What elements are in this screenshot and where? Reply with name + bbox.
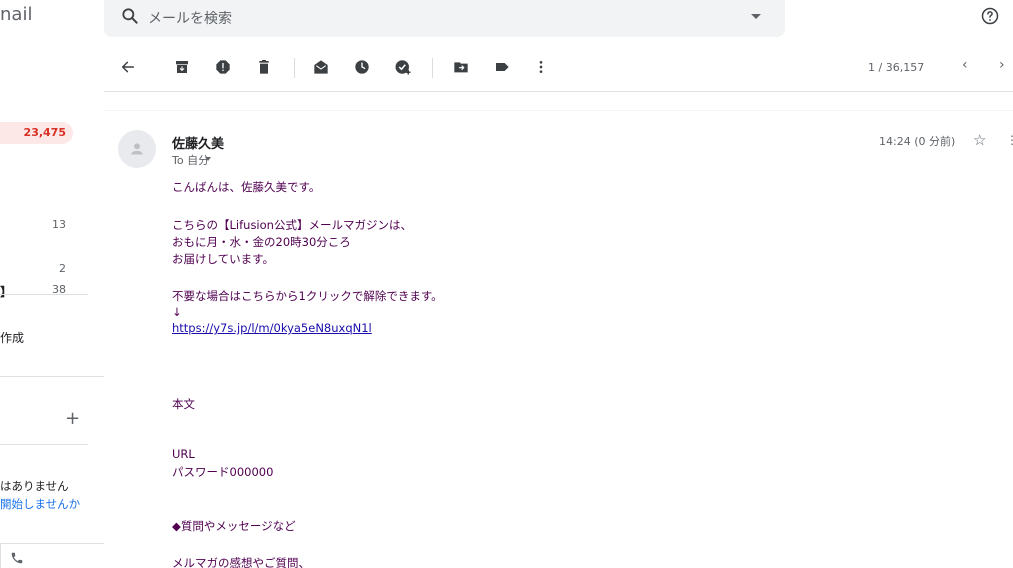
body-text: こちらの【Lifusion公式】メールマガジンは、 [172,218,412,232]
body-text: 不要な場合はこちらから1クリックで解除できます。 [172,289,443,303]
search-icon[interactable] [120,6,140,30]
message-timestamp: 14:24 (0 分前) [879,135,956,148]
snooze-icon[interactable] [353,58,371,76]
recipient-line: To 自分 [172,154,210,167]
gmail-window: nail 23,475 13 2 】 38 作成 + はありません 開始しません… [0,0,1013,568]
body-text: パスワード000000 [172,465,274,479]
delete-icon[interactable] [255,58,273,76]
hangouts-empty-text: はありません [0,479,69,493]
sidebar-count: 2 [59,262,66,275]
back-arrow-icon[interactable] [119,58,137,76]
sidebar-item-label[interactable]: 】 [0,283,12,300]
pagination-counter: 1 / 36,157 [868,61,925,74]
sidebar-count: 13 [52,218,66,231]
archive-icon[interactable] [173,58,191,76]
toolbar-divider [432,58,433,78]
reply-menu-icon[interactable]: ⋮ [1006,133,1013,147]
label-icon[interactable] [493,58,511,76]
help-icon[interactable] [980,6,1000,30]
search-options-caret-icon[interactable] [751,14,761,19]
avatar[interactable] [118,130,156,168]
unsubscribe-link[interactable]: https://y7s.jp/l/m/0kya5eN8uxqN1l [172,321,372,335]
add-task-icon[interactable] [394,58,412,76]
phone-icon[interactable] [10,550,24,568]
body-text: お届けしています。 [172,252,275,266]
toolbar-divider [294,58,295,78]
sidebar-divider [0,294,88,295]
older-chevron-icon[interactable]: › [999,57,1005,73]
inbox-unread-count: 23,475 [23,126,66,139]
body-text: 本文 [172,397,195,411]
sender-name[interactable]: 佐藤久美 [172,133,224,152]
body-text: ↓ [172,305,182,319]
sidebar-divider [0,376,104,377]
body-text: URL [172,447,195,461]
show-details-caret-icon[interactable] [205,157,211,161]
sidebar-divider [0,544,1,568]
sidebar-divider [0,543,104,544]
add-plus-icon[interactable]: + [65,410,80,428]
hangouts-start-link[interactable]: 開始しませんか [0,496,80,512]
body-text: メルマガの感想やご質問、 [172,556,310,568]
toolbar-bottom-border [104,91,1013,92]
star-icon[interactable]: ☆ [973,131,986,149]
body-text: ◆質問やメッセージなど [172,519,296,533]
header-separator [104,110,1013,111]
newer-chevron-icon[interactable]: ‹ [962,57,968,73]
body-text: こんばんは、佐藤久美です。 [172,180,321,194]
sidebar-divider [0,444,88,445]
report-spam-icon[interactable] [214,58,232,76]
move-to-icon[interactable] [452,58,470,76]
sidebar-item-create-label[interactable]: 作成 [0,329,24,346]
body-text: おもに月・水・金の20時30分ころ [172,235,351,249]
mark-unread-icon[interactable] [312,58,330,76]
app-logo-text: nail [0,4,33,25]
more-vert-icon[interactable] [532,58,550,76]
search-input[interactable]: メールを検索 [148,8,232,28]
